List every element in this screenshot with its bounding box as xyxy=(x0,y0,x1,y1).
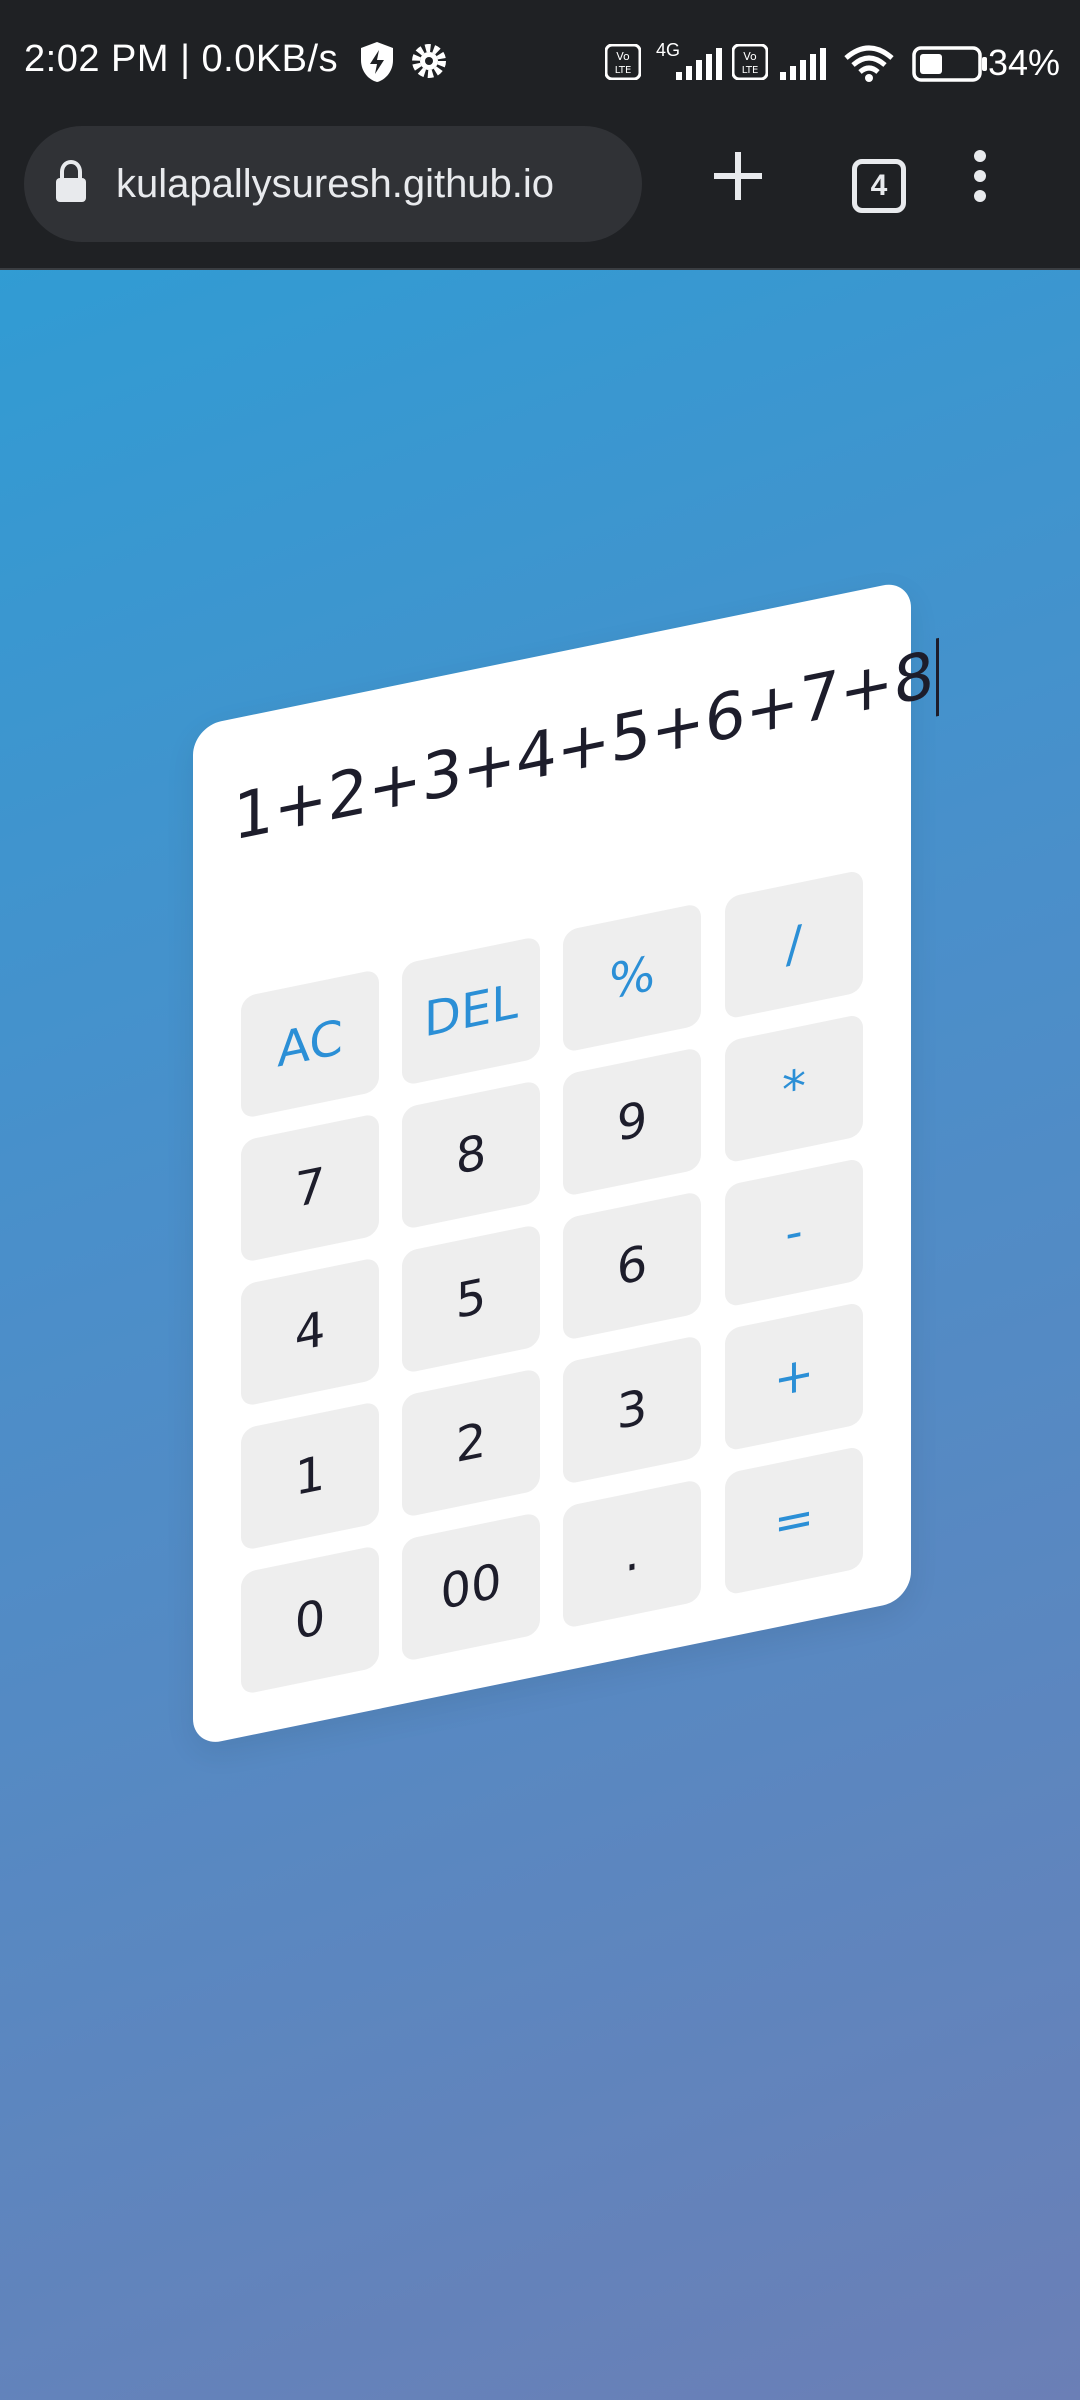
three-button[interactable]: 3 xyxy=(563,1334,701,1486)
url-text[interactable]: kulapallysuresh.github.io xyxy=(116,162,554,207)
divide-button[interactable]: / xyxy=(725,869,863,1020)
gear-icon xyxy=(412,44,446,78)
one-button[interactable]: 1 xyxy=(241,1400,379,1552)
plus-button[interactable]: + xyxy=(725,1301,863,1452)
zero-button[interactable]: 0 xyxy=(241,1544,379,1696)
svg-text:Vo: Vo xyxy=(743,50,757,63)
more-menu-icon[interactable] xyxy=(966,146,994,206)
battery-percent: 34% xyxy=(987,42,1060,83)
status-bar: 2:02 PM | 0.0KB/s Vo LTE 4G Vo LTE 34% xyxy=(0,0,1080,126)
signal-icon-2 xyxy=(780,48,826,80)
four-button[interactable]: 4 xyxy=(241,1256,379,1408)
percent-button[interactable]: % xyxy=(563,902,701,1054)
svg-text:LTE: LTE xyxy=(615,65,632,76)
browser-toolbar: kulapallysuresh.github.io xyxy=(0,126,1080,270)
battery-icon xyxy=(912,46,987,82)
signal-icon-1 xyxy=(676,48,722,80)
svg-text:LTE: LTE xyxy=(742,65,759,76)
wifi-icon xyxy=(844,45,894,82)
ac-button[interactable]: AC xyxy=(241,968,379,1120)
calculator-display[interactable]: 1+2+3+4+5+6+7+8 xyxy=(233,632,940,879)
volte-icon-2: Vo LTE xyxy=(732,44,768,80)
delete-button[interactable]: DEL xyxy=(402,935,540,1087)
two-button[interactable]: 2 xyxy=(402,1367,540,1519)
calculator: 1+2+3+4+5+6+7+8 AC DEL % / 7 8 9 * 4 5 6… xyxy=(193,579,940,1748)
five-button[interactable]: 5 xyxy=(402,1223,540,1375)
decimal-button[interactable]: . xyxy=(563,1478,701,1630)
text-cursor xyxy=(936,638,940,717)
seven-button[interactable]: 7 xyxy=(241,1112,379,1264)
double-zero-button[interactable]: 00 xyxy=(402,1511,540,1663)
multiply-button[interactable]: * xyxy=(725,1013,863,1164)
new-tab-icon[interactable] xyxy=(708,146,768,206)
volte-icon: Vo LTE xyxy=(605,44,641,80)
screen: 2:02 PM | 0.0KB/s Vo LTE 4G Vo LTE 34% k… xyxy=(0,0,1080,2400)
display-expression: 1+2+3+4+5+6+7+8 xyxy=(233,637,935,856)
tab-switcher-button[interactable]: 4 xyxy=(852,159,906,213)
six-button[interactable]: 6 xyxy=(563,1190,701,1342)
svg-text:Vo: Vo xyxy=(616,50,630,63)
lock-icon xyxy=(56,160,86,202)
nine-button[interactable]: 9 xyxy=(563,1046,701,1198)
status-time-speed: 2:02 PM | 0.0KB/s xyxy=(24,38,339,80)
address-bar[interactable]: kulapallysuresh.github.io xyxy=(24,126,642,242)
eight-button[interactable]: 8 xyxy=(402,1079,540,1231)
minus-button[interactable]: - xyxy=(725,1157,863,1308)
data-saver-icon xyxy=(361,42,393,82)
equals-button[interactable]: = xyxy=(725,1445,863,1596)
